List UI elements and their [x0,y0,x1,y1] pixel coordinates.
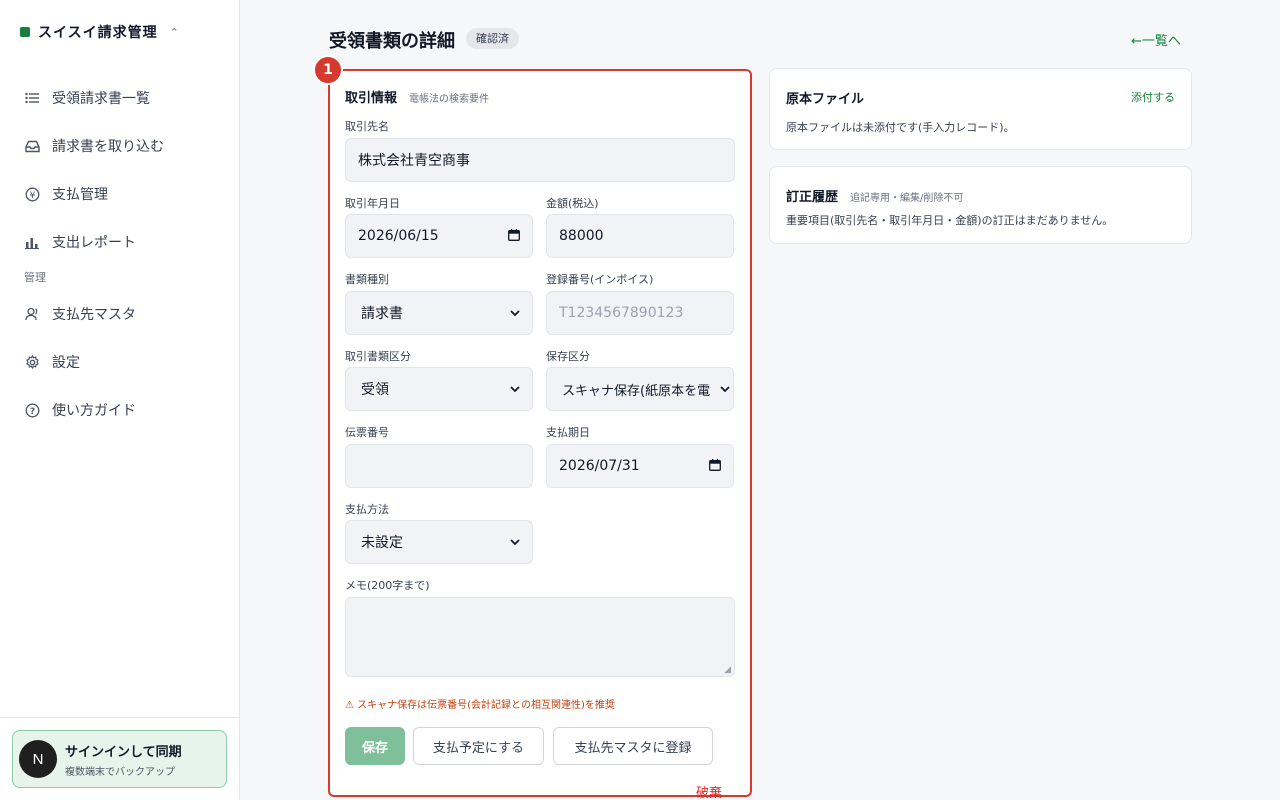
sidebar-item-payments[interactable]: ¥ 支払管理 [12,170,228,218]
storage-label: 保存区分 [546,350,590,363]
sidebar-item-vendor-master[interactable]: 支払先マスタ [12,290,228,338]
chevron-up-down-icon: ⌃ [169,25,179,39]
status-badge: 確認済 [466,28,519,49]
chevron-down-icon [720,382,730,396]
page-title: 受領書類の詳細 [329,31,455,52]
card-title: 取引情報 [345,91,398,106]
voucher-input[interactable] [345,444,533,488]
scanner-warning: ⚠ スキャナ保存は伝票番号(会計記録との相互関連性)を推奨 [345,700,615,711]
registration-number-input[interactable]: T1234567890123 [546,291,734,335]
category-select[interactable]: 受領 [345,367,533,411]
list-icon [24,92,40,104]
signin-sync-button[interactable]: N サインインして同期 複数端末でバックアップ [12,730,227,788]
original-file-card: 原本ファイル 添付する 原本ファイルは未添付です(手入力レコード)。 [769,68,1192,150]
signin-subtitle: 複数端末でバックアップ [65,766,175,778]
transaction-date-value: 2026/06/15 [358,228,439,244]
partner-value: 株式会社青空商事 [358,153,470,169]
sidebar-divider [0,717,240,718]
amount-value: 88000 [559,228,604,244]
amount-label: 金額(税込) [546,197,599,210]
partner-label: 取引先名 [345,120,389,133]
sidebar-item-label: 設定 [52,355,80,371]
sidebar-item-label: 使い方ガイド [52,403,136,419]
back-to-list-link[interactable]: ←一覧へ [1131,30,1181,49]
sidebar: スイスイ請求管理 ⌃ 受領請求書一覧 請求書を取り込む ¥ 支払管理 支出レポー… [0,0,240,800]
payment-method-label: 支払方法 [345,503,389,516]
chevron-down-icon [510,535,520,549]
yen-icon: ¥ [24,187,40,202]
doc-type-select[interactable]: 請求書 [345,291,533,335]
signin-title: サインインして同期 [65,744,182,760]
calendar-icon[interactable] [709,458,721,474]
date-label: 取引年月日 [345,197,400,210]
sidebar-item-label: 支払先マスタ [52,307,136,323]
user-icon [24,307,40,321]
doc-type-value: 請求書 [361,306,403,322]
sidebar-item-settings[interactable]: 設定 [12,338,228,386]
correction-history-card: 訂正履歴 追記専用・編集/削除不可 重要項目(取引先名・取引年月日・金額)の訂正… [769,166,1192,244]
sidebar-item-guide[interactable]: ? 使い方ガイド [12,386,228,434]
due-date-label: 支払期日 [546,426,590,439]
chevron-down-icon [510,306,520,320]
calendar-icon[interactable] [508,228,520,244]
sidebar-item-expense-report[interactable]: 支出レポート [12,218,228,266]
inbox-icon [24,140,40,153]
original-file-text: 原本ファイルは未添付です(手入力レコード)。 [786,121,1015,134]
sidebar-item-label: 請求書を取り込む [52,139,164,155]
registration-number-placeholder: T1234567890123 [559,305,684,321]
brand-name: スイスイ請求管理 [38,25,158,41]
due-date-input[interactable]: 2026/07/31 [546,444,734,488]
save-button[interactable]: 保存 [345,727,405,765]
history-subtitle: 追記専用・編集/削除不可 [850,193,964,204]
category-value: 受領 [361,382,389,398]
sidebar-nav: 受領請求書一覧 請求書を取り込む ¥ 支払管理 支出レポート 管理 支払先マスタ… [12,74,228,434]
due-date-value: 2026/07/31 [559,458,640,474]
memo-textarea[interactable]: ◢ [345,597,735,677]
gear-icon [24,354,40,370]
voucher-label: 伝票番号 [345,426,389,439]
payment-method-select[interactable]: 未設定 [345,520,533,564]
payment-method-value: 未設定 [361,535,403,551]
schedule-payment-button[interactable]: 支払予定にする [413,727,544,765]
svg-text:?: ? [29,406,34,416]
sidebar-item-label: 受領請求書一覧 [52,91,150,107]
category-label: 取引書類区分 [345,350,411,363]
register-vendor-button[interactable]: 支払先マスタに登録 [553,727,713,765]
svg-text:¥: ¥ [29,191,35,201]
memo-label: メモ(200字まで) [345,579,430,592]
history-text: 重要項目(取引先名・取引年月日・金額)の訂正はまだありません。 [786,214,1114,227]
storage-value: スキャナ保存(紙原本を電 [562,383,711,399]
sidebar-item-invoice-list[interactable]: 受領請求書一覧 [12,74,228,122]
sidebar-item-label: 支出レポート [52,235,136,251]
sidebar-item-label: 支払管理 [52,187,108,203]
resize-handle-icon[interactable]: ◢ [724,665,731,675]
sidebar-item-import-invoice[interactable]: 請求書を取り込む [12,122,228,170]
doc-type-label: 書類種別 [345,273,389,286]
amount-input[interactable]: 88000 [546,214,734,258]
original-file-title: 原本ファイル [786,92,865,107]
avatar: N [19,740,57,778]
bar-chart-icon [24,236,40,249]
workspace-switcher[interactable]: スイスイ請求管理 ⌃ [20,22,179,42]
brand-logo-icon [20,27,30,37]
help-icon: ? [24,403,40,418]
card-subtitle: 電帳法の検索要件 [409,94,489,105]
chevron-down-icon [510,382,520,396]
history-title: 訂正履歴 [786,190,839,205]
attach-file-link[interactable]: 添付する [1131,89,1175,105]
discard-button[interactable]: 破棄 [696,782,722,800]
sidebar-section-admin: 管理 [24,271,46,284]
storage-select[interactable]: スキャナ保存(紙原本を電 [546,367,734,411]
transaction-date-input[interactable]: 2026/06/15 [345,214,533,258]
annotation-marker: 1 [313,55,343,85]
partner-input[interactable]: 株式会社青空商事 [345,138,735,182]
registration-number-label: 登録番号(インボイス) [546,273,654,286]
